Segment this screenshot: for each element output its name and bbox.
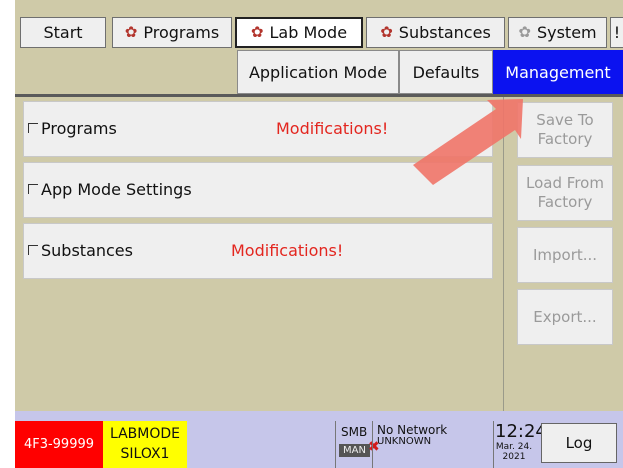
gear-icon: ✿ [518, 23, 531, 41]
status-divider [493, 421, 494, 468]
tab-programs[interactable]: ✿ Programs [112, 17, 232, 48]
row-app-mode-settings-label: App Mode Settings [41, 180, 192, 199]
app-frame: Start ✿ Programs ✿ Lab Mode ✿ Substances… [15, 0, 623, 468]
load-from-factory-button[interactable]: Load From Factory [517, 165, 613, 221]
status-bar: 4F3-99999 LABMODE SILOX1 SMB MAN ✖ No Ne… [15, 411, 623, 468]
tab-substances-label: Substances [398, 23, 491, 42]
device-id-text: 4F3-99999 [23, 437, 95, 452]
checkbox-programs[interactable] [28, 123, 38, 133]
export-button[interactable]: Export... [517, 289, 613, 345]
clock-date-1: Mar. 24. [495, 442, 533, 452]
save-to-factory-button[interactable]: Save To Factory [517, 102, 613, 158]
row-substances[interactable]: Substances Modifications! [23, 223, 493, 279]
import-button[interactable]: Import... [517, 227, 613, 283]
subtab-application-mode-label: Application Mode [248, 62, 388, 82]
log-button-label: Log [565, 434, 593, 452]
checkbox-app-mode-settings[interactable] [28, 184, 38, 194]
subtab-management-label: Management [505, 62, 611, 82]
row-programs-label: Programs [41, 119, 117, 138]
row-substances-status: Modifications! [231, 241, 344, 260]
network-line-1: No Network [377, 423, 448, 437]
subtab-application-mode[interactable]: Application Mode [237, 50, 399, 94]
gear-icon: ✿ [380, 23, 393, 41]
subtab-defaults-label: Defaults [412, 62, 480, 82]
clock-date-2: 2021 [502, 452, 526, 462]
subtab-defaults[interactable]: Defaults [399, 50, 493, 94]
tab-lab-mode-label: Lab Mode [269, 23, 348, 42]
tab-alert-label: ! [613, 23, 621, 42]
tab-programs-label: Programs [143, 23, 220, 42]
top-tab-bar: Start ✿ Programs ✿ Lab Mode ✿ Substances… [15, 0, 623, 50]
device-id-badge: 4F3-99999 [15, 421, 103, 468]
status-divider [372, 421, 373, 468]
gear-icon: ✿ [250, 23, 264, 41]
row-programs-status: Modifications! [276, 119, 389, 138]
gear-icon: ✿ [124, 23, 138, 41]
lab-mode-badge: LABMODE SILOX1 [103, 421, 187, 468]
clock: 12:24 Mar. 24. 2021 [495, 421, 547, 463]
tab-substances[interactable]: ✿ Substances [366, 17, 505, 48]
pointer-arrow-icon [413, 99, 523, 185]
status-divider [335, 421, 336, 468]
tab-alert[interactable]: ! [610, 17, 623, 48]
tab-system-label: System [536, 23, 597, 42]
row-substances-label: Substances [41, 241, 133, 260]
tab-start[interactable]: Start [20, 17, 106, 48]
network-status: No Network UNKNOWN [377, 424, 447, 448]
tab-lab-mode[interactable]: ✿ Lab Mode [235, 17, 363, 48]
subtab-management[interactable]: Management [493, 50, 623, 94]
man-badge: MAN [339, 444, 370, 457]
checkbox-substances[interactable] [28, 245, 38, 255]
network-line-2: UNKNOWN [377, 436, 432, 447]
mode-line-1: LABMODE [109, 426, 181, 442]
tab-start-label: Start [43, 23, 83, 42]
clock-time: 12:24 [495, 421, 547, 442]
smb-label: SMB [341, 425, 368, 439]
mode-line-2: SILOX1 [120, 446, 170, 462]
tab-system[interactable]: ✿ System [508, 17, 607, 48]
sub-tab-bar: Application Mode Defaults Management [15, 50, 623, 94]
log-button[interactable]: Log [541, 423, 617, 463]
